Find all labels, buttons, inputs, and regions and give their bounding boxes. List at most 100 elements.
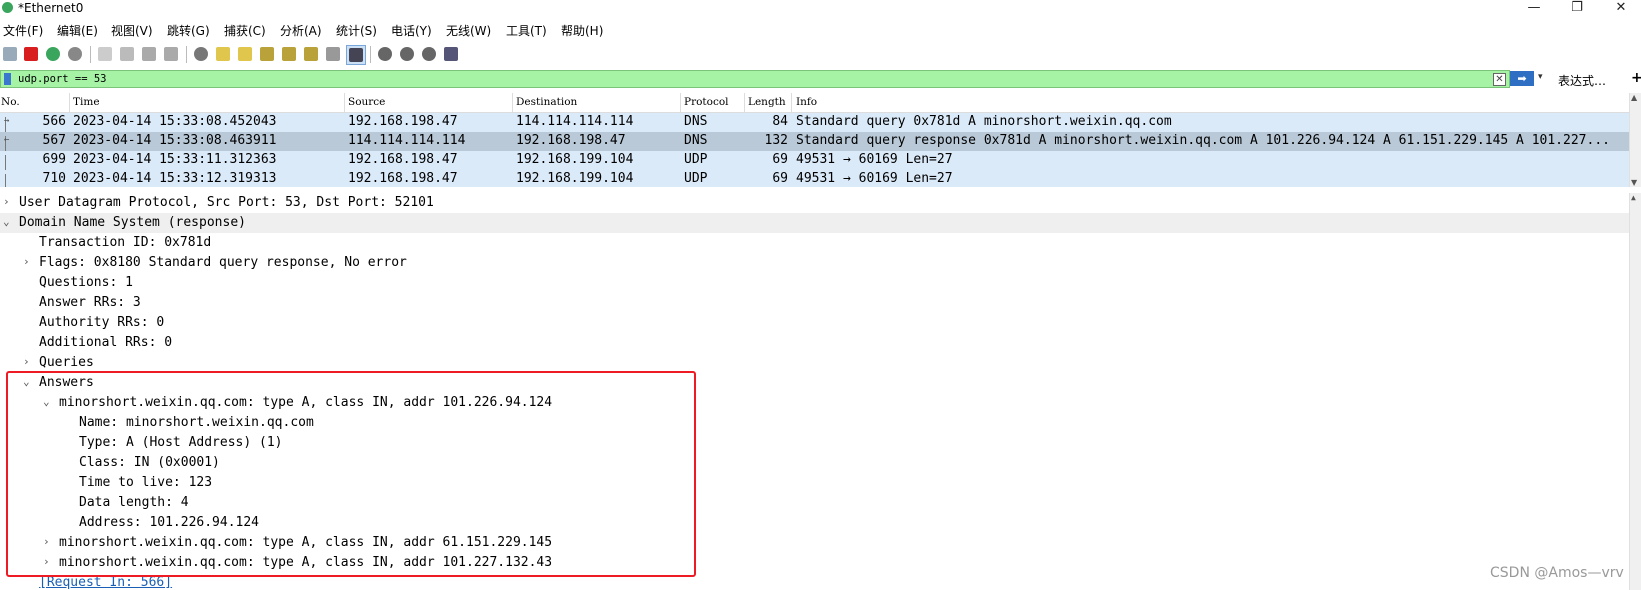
answers-highlight-box [6,371,696,577]
expand-chevron-icon[interactable]: › [23,355,30,368]
bookmark-icon[interactable] [4,73,11,85]
column-divider[interactable] [512,93,513,112]
cell-length: 84 [772,114,788,129]
menu-help[interactable]: 帮助(H) [561,22,603,39]
open-file-icon[interactable] [96,45,114,63]
packet-list-scrollbar[interactable]: ▲ ▼ [1629,93,1641,187]
menu-go[interactable]: 跳转(G) [167,22,210,39]
first-packet-icon[interactable] [280,45,298,63]
menu-edit[interactable]: 编辑(E) [57,22,98,39]
colorize-icon[interactable] [346,45,366,65]
cell-length: 132 [764,133,788,148]
column-divider[interactable] [680,93,681,112]
autoscroll-icon[interactable] [324,45,342,63]
reload-file-icon[interactable] [162,45,180,63]
detail-tree-label: Transaction ID: 0x781d [39,235,212,250]
column-header-no[interactable]: No. [1,96,20,108]
detail-tree-item[interactable]: Transaction ID: 0x781d [0,233,1630,253]
capture-options-icon[interactable] [66,45,84,63]
start-capture-icon[interactable] [1,45,19,63]
add-filter-button-icon[interactable]: + [1631,70,1641,86]
cell-destination: 192.168.198.47 [516,133,626,148]
request-in-link[interactable]: [Request In: 566] [39,575,172,590]
restart-capture-icon[interactable] [44,45,62,63]
close-button[interactable]: ✕ [1601,0,1641,17]
cell-protocol: DNS [684,114,708,129]
scroll-down-icon[interactable]: ▼ [1631,178,1637,187]
display-filter-input[interactable]: udp.port == 53 ✕ [0,70,1510,88]
detail-tree-item[interactable]: Questions: 1 [0,273,1630,293]
expand-chevron-icon[interactable]: › [3,195,10,208]
minimize-button[interactable]: — [1514,0,1554,17]
column-header-length[interactable]: Length [748,96,786,108]
detail-tree-item[interactable]: › User Datagram Protocol, Src Port: 53, D… [0,193,1630,213]
normal-size-icon[interactable] [420,45,438,63]
cell-time: 2023-04-14 15:33:08.452043 [73,114,277,129]
detail-tree-item[interactable]: Authority RRs: 0 [0,313,1630,333]
detail-tree-item[interactable]: Additional RRs: 0 [0,333,1630,353]
go-back-icon[interactable] [214,45,232,63]
menu-statistics[interactable]: 统计(S) [336,22,377,39]
detail-tree-item[interactable]: Answer RRs: 3 [0,293,1630,313]
menu-capture[interactable]: 捕获(C) [224,22,266,39]
cell-no: 699 [42,152,66,167]
cell-source: 192.168.198.47 [348,152,458,167]
zoom-in-icon[interactable] [376,45,394,63]
main-toolbar [0,42,1641,68]
go-to-packet-icon[interactable] [258,45,276,63]
zoom-out-icon[interactable] [398,45,416,63]
cell-no: 567 [42,133,66,148]
detail-tree-label: Queries [39,355,94,370]
detail-tree-item[interactable]: ⌄ Domain Name System (response) [0,213,1630,233]
filter-history-dropdown-icon[interactable]: ▾ [1538,72,1543,82]
cell-info: Standard query response 0x781d A minorsh… [796,133,1610,148]
menu-file[interactable]: 文件(F) [3,22,43,39]
resize-columns-icon[interactable] [442,45,460,63]
packet-row[interactable]: 710 2023-04-14 15:33:12.319313 192.168.198… [0,170,1630,187]
save-file-icon[interactable] [118,45,136,63]
detail-tree-label: Domain Name System (response) [19,215,246,230]
column-divider[interactable] [344,93,345,112]
detail-tree-item[interactable]: › Flags: 0x8180 Standard query response, … [0,253,1630,273]
column-header-source[interactable]: Source [348,96,385,108]
cell-info: 49531 → 60169 Len=27 [796,171,953,186]
details-scrollbar[interactable]: ▲ [1629,193,1641,590]
column-header-info[interactable]: Info [796,96,817,108]
column-divider[interactable] [744,93,745,112]
cell-no: 566 [42,114,66,129]
apply-filter-icon[interactable]: ➡ [1510,71,1534,86]
scroll-up-icon[interactable]: ▲ [1631,193,1636,202]
packet-row[interactable]: → 566 2023-04-14 15:33:08.452043 192.168.19… [0,113,1630,132]
collapse-chevron-icon[interactable]: ⌄ [3,215,10,228]
menu-analyze[interactable]: 分析(A) [280,22,322,39]
maximize-button[interactable]: ❐ [1557,0,1597,17]
close-file-icon[interactable] [140,45,158,63]
menu-tools[interactable]: 工具(T) [506,22,547,39]
window-title: *Ethernet0 [18,1,84,15]
column-divider[interactable] [791,93,792,112]
cell-source: 192.168.198.47 [348,114,458,129]
cell-destination: 192.168.199.104 [516,171,634,186]
cell-length: 69 [772,171,788,186]
last-packet-icon[interactable] [302,45,320,63]
go-forward-icon[interactable] [236,45,254,63]
expand-chevron-icon[interactable]: › [23,255,30,268]
packet-row[interactable]: ← 567 2023-04-14 15:33:08.463911 114.114.11… [0,132,1630,151]
column-header-protocol[interactable]: Protocol [684,96,729,108]
menu-telephony[interactable]: 电话(Y) [391,22,432,39]
column-header-time[interactable]: Time [73,96,100,108]
stop-capture-icon[interactable] [22,45,40,63]
wireshark-app-icon [2,2,13,13]
expression-button[interactable]: 表达式… [1558,72,1606,89]
watermark: CSDN @Amos—vrv [1490,565,1624,581]
clear-filter-icon[interactable]: ✕ [1493,73,1506,86]
packet-row[interactable]: 699 2023-04-14 15:33:11.312363 192.168.198… [0,151,1630,170]
menu-view[interactable]: 视图(V) [111,22,153,39]
scroll-up-icon[interactable]: ▲ [1631,93,1637,102]
title-bar: *Ethernet0 — ❐ ✕ [0,0,1641,17]
detail-tree-item[interactable]: › Queries [0,353,1630,373]
menu-wireless[interactable]: 无线(W) [446,22,491,39]
column-header-destination[interactable]: Destination [516,96,577,108]
column-divider[interactable] [69,93,70,112]
find-packet-icon[interactable] [192,45,210,63]
